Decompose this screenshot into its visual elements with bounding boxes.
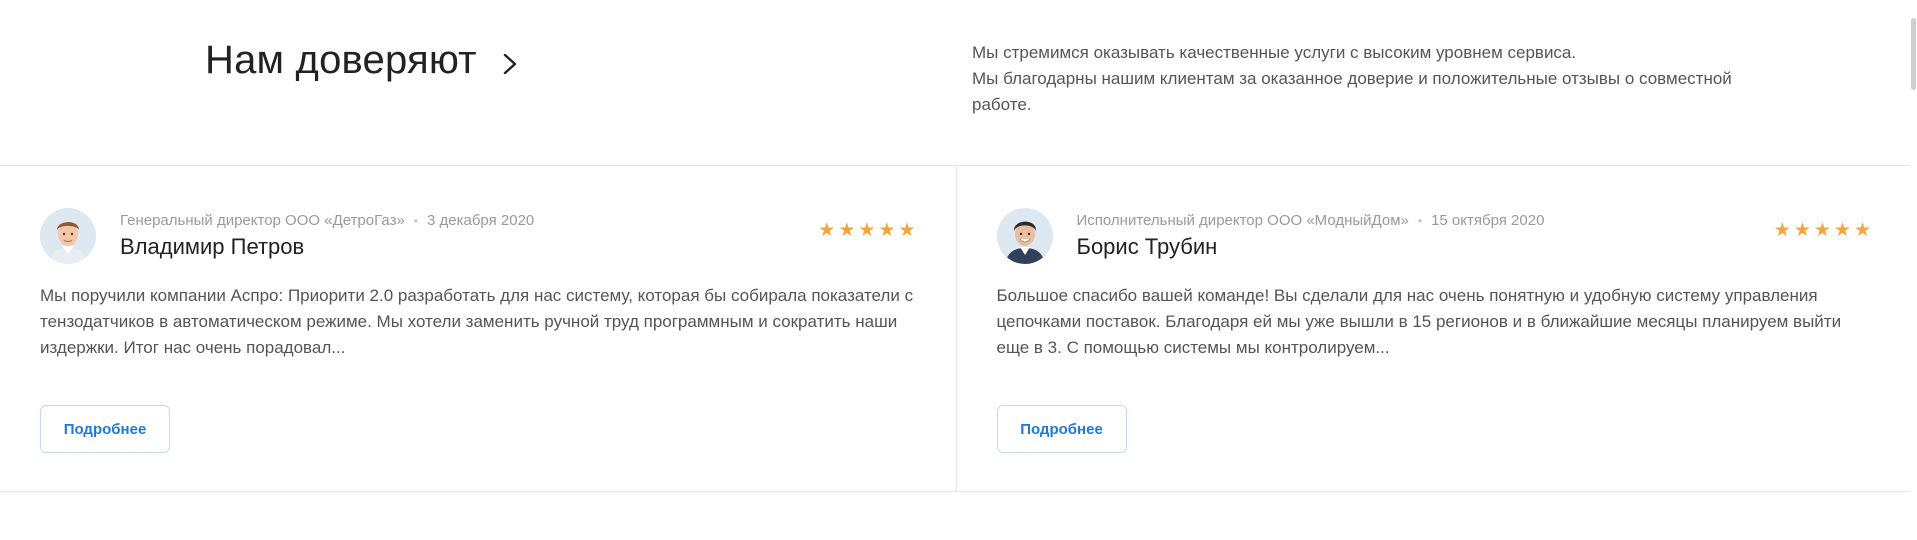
scrollbar-thumb[interactable] <box>1911 18 1916 90</box>
star-icon: ★ <box>898 220 916 241</box>
star-icon: ★ <box>858 220 876 241</box>
star-icon: ★ <box>818 220 836 241</box>
reviews-list: Генеральный директор ООО «ДетроГаз» • 3 … <box>0 165 1912 492</box>
author-name: Владимир Петров <box>120 234 305 259</box>
review-date: 15 октября 2020 <box>1431 212 1545 229</box>
section-header: Нам доверяют Мы стремимся оказывать каче… <box>0 0 1910 165</box>
author-position: Генеральный директор ООО «ДетроГаз» <box>120 212 405 229</box>
separator-dot: • <box>413 213 418 228</box>
section-title: Нам доверяют <box>205 38 477 82</box>
review-meta: Генеральный директор ООО «ДетроГаз» • 3 … <box>120 212 534 229</box>
review-text: Большое спасибо вашей команде! Вы сделал… <box>996 286 1842 357</box>
intro-line: Мы благодарны нашим клиентам за оказанно… <box>972 69 1732 114</box>
author-name: Борис Трубин <box>1076 234 1218 259</box>
star-icon: ★ <box>838 220 856 241</box>
star-icon: ★ <box>1773 220 1791 241</box>
star-icon: ★ <box>1793 220 1811 241</box>
separator-dot: • <box>1417 213 1423 228</box>
review-date: 3 декабря 2020 <box>427 212 535 229</box>
star-icon: ★ <box>1813 220 1831 241</box>
section-title-link[interactable]: Нам доверяют <box>205 38 521 83</box>
review-card: Исполнительный директор ООО «МодныйДом» … <box>955 166 1912 491</box>
rating-stars: ★ ★ ★ ★ ★ <box>1774 221 1871 241</box>
avatar <box>40 208 96 264</box>
star-icon: ★ <box>1833 220 1851 241</box>
page: Нам доверяют Мы стремимся оказывать каче… <box>0 0 1917 540</box>
author-position: Исполнительный директор ООО «МодныйДом» <box>1076 212 1409 229</box>
scrollbar[interactable] <box>1910 0 1917 540</box>
section-intro: Мы стремимся оказывать качественные услу… <box>972 40 1732 118</box>
star-icon: ★ <box>1853 220 1871 241</box>
avatar <box>996 208 1053 264</box>
review-card: Генеральный директор ООО «ДетроГаз» • 3 … <box>0 166 956 491</box>
intro-line: Мы стремимся оказывать качественные услу… <box>972 43 1577 62</box>
more-button[interactable]: Подробнее <box>996 405 1127 453</box>
review-text: Мы поручили компании Аспро: Приорити 2.0… <box>40 286 914 357</box>
star-icon: ★ <box>878 220 896 241</box>
more-button[interactable]: Подробнее <box>40 405 170 453</box>
chevron-right-icon <box>503 53 516 74</box>
rating-stars: ★ ★ ★ ★ ★ <box>818 221 915 241</box>
review-meta: Исполнительный директор ООО «МодныйДом» … <box>1077 212 1545 229</box>
